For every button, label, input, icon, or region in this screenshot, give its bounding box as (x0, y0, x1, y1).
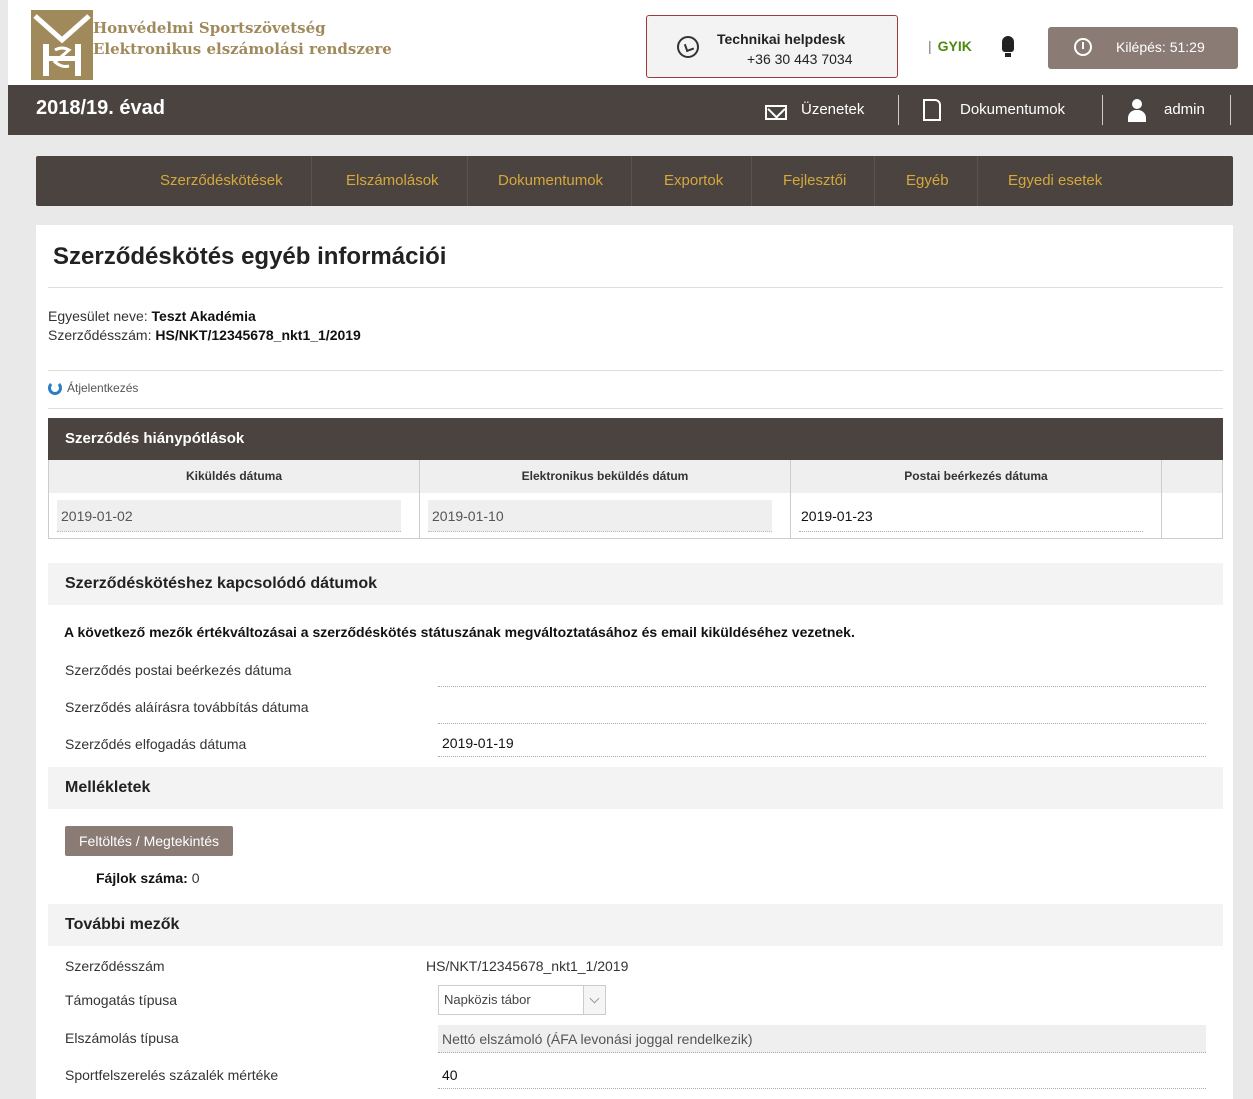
logout-label: Kilépés: 51:29 (1116, 39, 1205, 55)
postal-date-field[interactable]: 2019-01-23 (799, 500, 1143, 532)
file-count-value: 0 (191, 870, 200, 886)
upload-view-button[interactable]: Feltöltés / Megtekintés (65, 826, 234, 856)
signature-forward-label: Szerződés aláírásra továbbítás dátuma (65, 699, 309, 715)
season-bar: 2018/19. évad Üzenetek Dokumentumok admi… (8, 85, 1253, 135)
documents-link[interactable]: Dokumentumok (960, 101, 1065, 118)
nav-settlements[interactable]: Elszámolások (318, 156, 468, 206)
page-title: Szerződéskötés egyéb információi (53, 243, 447, 270)
file-count: Fájlok száma: 0 (96, 870, 200, 886)
top-header: Honvédelmi Sportszövetség Elektronikus e… (8, 0, 1253, 85)
faq-link[interactable]: | GYIK (928, 38, 972, 54)
col-postal-date: Postai beérkezés dátuma (791, 460, 1162, 493)
support-type-select[interactable]: Napközis tábor (438, 985, 606, 1015)
support-type-value: Napközis tábor (444, 992, 531, 1007)
user-icon (1128, 99, 1146, 123)
nav-exports[interactable]: Exportok (636, 156, 753, 206)
nav-developer[interactable]: Fejlesztői (755, 156, 876, 206)
nav-contracts[interactable]: Szerződéskötések (132, 156, 312, 206)
season-title: 2018/19. évad (36, 97, 165, 119)
col-sent-date: Kiküldés dátuma (49, 460, 420, 493)
more-fields-section-title: További mezők (48, 904, 1223, 946)
lightbulb-icon (1002, 36, 1014, 57)
helpdesk-box[interactable]: Technikai helpdesk +36 30 443 7034 (646, 15, 898, 78)
club-value: Teszt Akadémia (151, 308, 256, 324)
accounting-type-label: Elszámolás típusa (65, 1030, 179, 1046)
file-count-label: Fájlok száma: (96, 870, 188, 886)
more-contract-value: HS/NKT/12345678_nkt1_1/2019 (426, 958, 629, 974)
helpdesk-title: Technikai helpdesk (717, 31, 846, 47)
more-contract-label: Szerződésszám (65, 958, 165, 974)
envelope-icon (765, 105, 787, 120)
messages-link[interactable]: Üzenetek (801, 101, 864, 118)
table-row: 2019-01-02 2019-01-10 2019-01-23 (48, 493, 1223, 539)
contract-label: Szerződésszám: (48, 327, 152, 343)
equipment-percent-label: Sportfelszerelés százalék mértéke (65, 1067, 279, 1083)
content-panel: Szerződéskötés egyéb információi Egyesül… (36, 225, 1233, 1099)
logout-button[interactable]: Kilépés: 51:29 (1048, 27, 1238, 69)
acceptance-label: Szerződés elfogadás dátuma (65, 736, 247, 752)
divider (48, 370, 1223, 371)
brand-title[interactable]: Honvédelmi Sportszövetség Elektronikus e… (93, 18, 392, 60)
deficiency-table: Szerződés hiánypótlások Kiküldés dátuma … (48, 418, 1223, 539)
postal-arrival-field[interactable] (438, 659, 1206, 687)
cell-sent: 2019-01-02 (49, 493, 420, 538)
divider (898, 95, 899, 125)
reannounce-link[interactable]: Átjelentkezés (48, 381, 138, 395)
faq-label: GYIK (937, 38, 972, 54)
document-icon (923, 99, 941, 121)
refresh-icon (48, 381, 62, 395)
attachments-section-title: Mellékletek (48, 767, 1223, 809)
postal-arrival-label: Szerződés postai beérkezés dátuma (65, 662, 292, 678)
dates-section-title: Szerződéskötéshez kapcsolódó dátumok (48, 563, 1223, 605)
contract-value: HS/NKT/12345678_nkt1_1/2019 (155, 327, 361, 343)
sent-date-field: 2019-01-02 (57, 500, 401, 532)
divider (1230, 95, 1231, 125)
brand-line-2: Elektronikus elszámolási rendszere (93, 40, 392, 58)
equipment-percent-field[interactable]: 40 (438, 1061, 1206, 1089)
main-nav: Szerződéskötések Elszámolások Dokumentum… (36, 156, 1233, 206)
club-label: Egyesület neve: (48, 308, 148, 324)
club-info: Egyesület neve: Teszt Akadémia (48, 308, 256, 324)
cell-postal: 2019-01-23 (791, 493, 1162, 538)
reannounce-label: Átjelentkezés (67, 381, 139, 395)
contract-info: Szerződésszám: HS/NKT/12345678_nkt1_1/20… (48, 327, 361, 343)
electronic-date-field: 2019-01-10 (428, 500, 772, 532)
support-type-label: Támogatás típusa (65, 992, 178, 1008)
chevron-down-icon (583, 986, 605, 1014)
acceptance-field[interactable]: 2019-01-19 (438, 729, 1206, 757)
divider (48, 287, 1223, 288)
divider (48, 408, 1223, 409)
deficiency-title: Szerződés hiánypótlások (48, 418, 1223, 460)
signature-forward-field[interactable] (438, 696, 1206, 724)
table-header: Kiküldés dátuma Elektronikus beküldés dá… (48, 460, 1223, 493)
accounting-type-field: Nettó elszámoló (ÁFA levonási joggal ren… (438, 1025, 1206, 1053)
helpdesk-phone: +36 30 443 7034 (747, 51, 853, 67)
user-link[interactable]: admin (1164, 101, 1205, 118)
faq-separator: | (928, 38, 932, 54)
col-electronic-date: Elektronikus beküldés dátum (420, 460, 791, 493)
brand-line-1: Honvédelmi Sportszövetség (93, 19, 326, 37)
col-actions (1162, 460, 1222, 493)
divider (1102, 95, 1103, 125)
cell-actions (1162, 493, 1222, 538)
nav-special-cases[interactable]: Egyedi esetek (980, 156, 1130, 206)
nav-other[interactable]: Egyéb (878, 156, 978, 206)
cell-electronic: 2019-01-10 (420, 493, 791, 538)
stopwatch-icon (1074, 38, 1092, 56)
hs-logo-icon (31, 10, 93, 80)
nav-documents[interactable]: Dokumentumok (470, 156, 633, 206)
whatsapp-icon (677, 36, 699, 58)
dates-warning: A következő mezők értékváltozásai a szer… (64, 624, 855, 640)
